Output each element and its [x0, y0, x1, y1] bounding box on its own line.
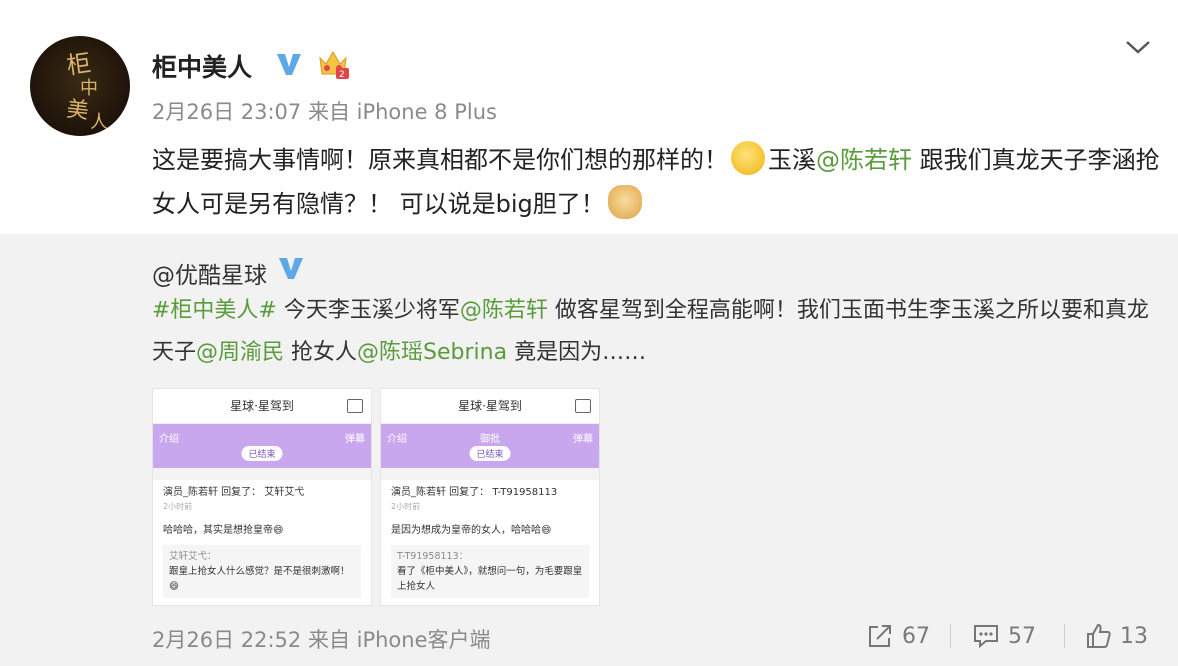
repost-text-part: 竟是因为……: [507, 340, 647, 365]
thumb-tab: 介绍: [159, 434, 179, 445]
mention-link[interactable]: @陈若轩: [460, 298, 548, 323]
author-avatar[interactable]: 柜 中 美 人: [30, 36, 130, 136]
thumb-status-pill: 已结束: [241, 446, 283, 461]
thumb-tab: 弹幕: [345, 434, 365, 445]
verified-v-icon: [277, 54, 301, 75]
repost-meta: 2月26日 22:52 来自 iPhone客户端: [152, 628, 491, 652]
share-count: 67: [902, 623, 930, 649]
thumb-title-bar: 星球·星驾到: [381, 389, 599, 424]
post-meta: 2月26日 23:07 来自 iPhone 8 Plus: [152, 100, 497, 124]
repost-author[interactable]: @优酷星球: [152, 256, 267, 290]
thumb-tab: 介绍: [387, 434, 407, 445]
tv-icon: [347, 399, 363, 413]
svg-text:柜: 柜: [65, 49, 93, 80]
thumb-quote: 艾轩艾弋： 跟皇上抢女人什么感觉？是不是很刺激啊！😄: [163, 545, 361, 598]
thumb-comment-body: 是因为想成为皇帝的女人，哈哈哈😄: [391, 525, 552, 536]
hashtag-link[interactable]: #柜中美人#: [152, 298, 277, 323]
avatar-calligraphy: 柜 中 美 人: [65, 49, 108, 133]
thumb-title-bar: 星球·星驾到: [153, 389, 371, 424]
tv-icon: [575, 399, 591, 413]
repost-image-thumbnail[interactable]: 星球·星驾到 介绍 御批 弹幕 已结束 演员_陈若轩 回复了： T-T91958…: [380, 388, 600, 606]
action-divider: [1064, 624, 1065, 648]
repost-text: #柜中美人# 今天李玉溪少将军@陈若轩 做客星驾到全程高能啊！我们玉面书生李玉溪…: [152, 290, 1152, 374]
thumb-tab-bar: 介绍 弹幕 已结束: [153, 424, 371, 468]
comment-icon: [974, 625, 998, 649]
repost-text-part: 今天李玉溪少将军: [276, 298, 460, 323]
thumb-comment-time: 2小时前: [163, 502, 193, 511]
svg-text:中: 中: [80, 78, 98, 99]
post-card: 柜 中 美 人 柜中美人 2 2月26日 23:07 来自 iPhone 8 P…: [0, 0, 1178, 234]
share-icon: [869, 625, 891, 647]
post-text-part: 玉溪: [768, 146, 816, 174]
like-count: 13: [1120, 623, 1148, 649]
post-text-part: 这是要搞大事情啊！原来真相都不是你们想的那样的！: [152, 146, 728, 174]
like-button[interactable]: 13: [1084, 620, 1148, 652]
thumb-title: 星球·星驾到: [230, 399, 294, 413]
author-name[interactable]: 柜中美人: [152, 48, 252, 84]
crown-level-icon[interactable]: 2: [316, 48, 350, 80]
verified-v-icon: [279, 258, 303, 279]
thumb-comment-head: 演员_陈若轩 回复了： T-T91958113: [391, 487, 558, 498]
thumb-comment-time: 2小时前: [391, 502, 421, 511]
post-text: 这是要搞大事情啊！原来真相都不是你们想的那样的！ 玉溪@陈若轩 跟我们真龙天子李涵…: [152, 138, 1162, 226]
thumb-title: 星球·星驾到: [458, 399, 522, 413]
thumb-quote: T-T91958113： 看了《柜中美人》，就想问一句，为毛要跟皇上抢女人: [391, 545, 589, 598]
repost-card: @优酷星球 #柜中美人# 今天李玉溪少将军@陈若轩 做客星驾到全程高能啊！我们玉…: [0, 234, 1178, 666]
thumb-quote-name: 艾轩艾弋：: [169, 551, 217, 562]
thumb-comment-head: 演员_陈若轩 回复了： 艾轩艾弋: [163, 487, 305, 498]
thumb-quote-body: 看了《柜中美人》，就想问一句，为毛要跟皇上抢女人: [397, 566, 583, 592]
thumb-quote-name: T-T91958113：: [397, 551, 469, 562]
thumb-comment-body: 哈哈哈，其实是想抢皇帝😄: [163, 525, 284, 536]
grin-emoji-icon: [731, 141, 765, 175]
share-button[interactable]: 67: [866, 620, 930, 652]
mention-link[interactable]: @陈瑶Sebrina: [357, 340, 507, 365]
thumb-status-pill: 已结束: [469, 446, 511, 461]
svg-text:美: 美: [65, 97, 90, 124]
doge-emoji-icon: [607, 185, 642, 219]
action-divider: [950, 624, 951, 648]
comment-count: 57: [1008, 623, 1036, 649]
mention-link[interactable]: @周渝民: [196, 340, 284, 365]
repost-text-part: 抢女人: [284, 340, 358, 365]
like-icon: [1087, 623, 1111, 648]
thumb-tab: 御批: [480, 434, 500, 445]
comment-button[interactable]: 57: [972, 620, 1036, 652]
thumb-tab-bar: 介绍 御批 弹幕 已结束: [381, 424, 599, 468]
mention-link[interactable]: @陈若轩: [816, 146, 912, 174]
repost-image-thumbnail[interactable]: 星球·星驾到 介绍 弹幕 已结束 演员_陈若轩 回复了： 艾轩艾弋 2小时前 哈…: [152, 388, 372, 606]
thumb-quote-body: 跟皇上抢女人什么感觉？是不是很刺激啊！😄: [169, 566, 350, 592]
svg-text:人: 人: [90, 112, 108, 133]
thumb-tab: 弹幕: [573, 434, 593, 445]
chevron-down-icon[interactable]: [1124, 36, 1152, 58]
svg-text:2: 2: [339, 70, 345, 80]
